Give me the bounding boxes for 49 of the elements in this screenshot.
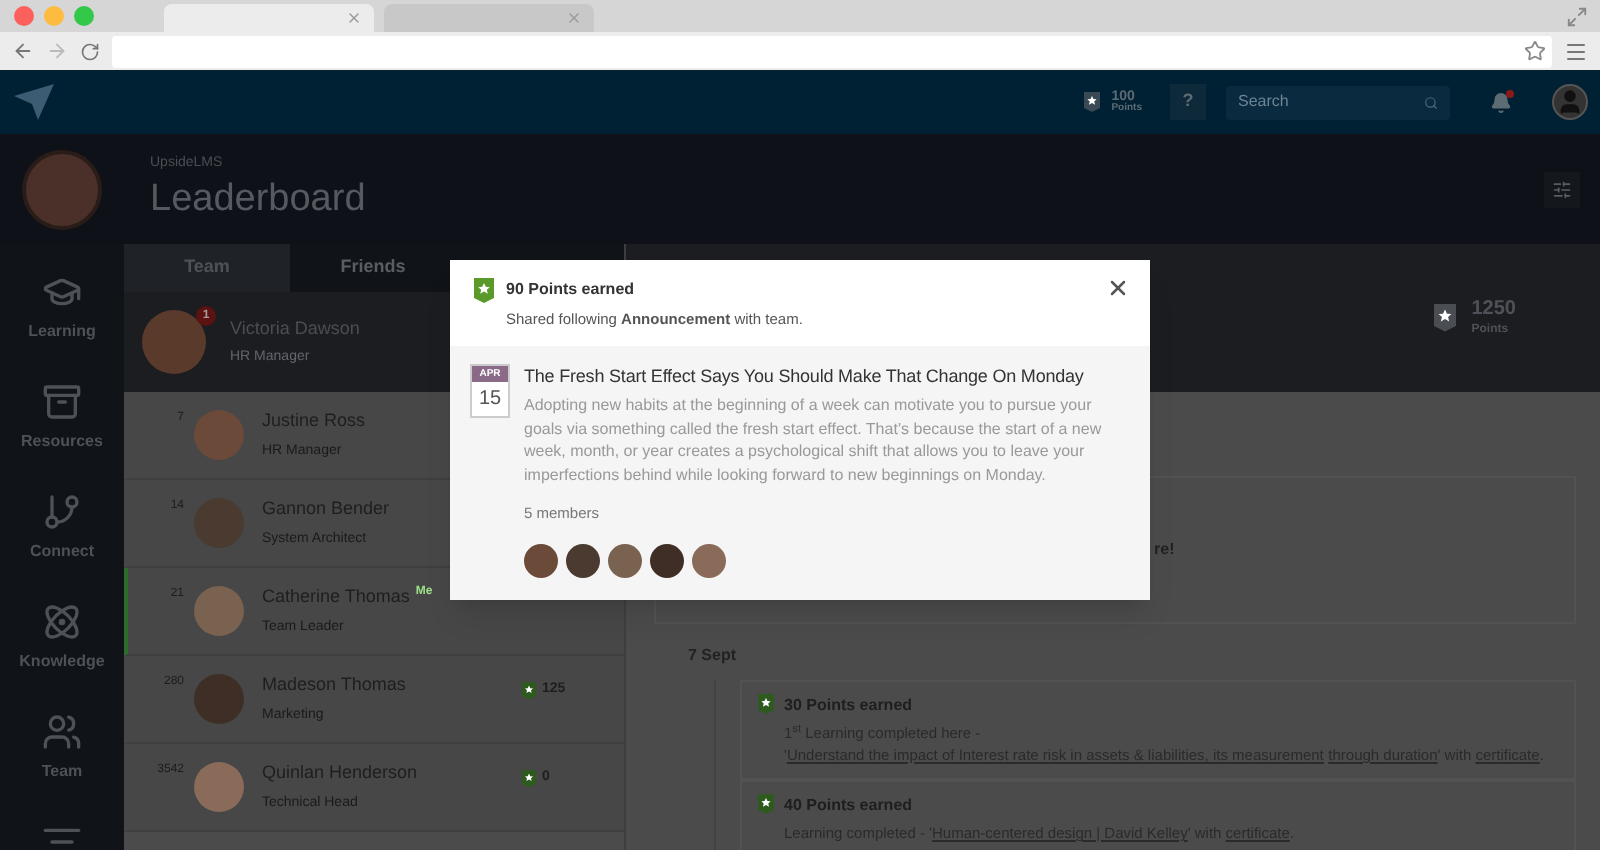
close-button[interactable] [1106,276,1130,300]
dialog-title: 90 Points earned [506,278,637,302]
sidebar-item[interactable]: Resources [21,382,103,454]
page-title: Leaderboard [150,175,368,224]
member-avatar [650,543,684,577]
search-field[interactable]: Search [1238,90,1424,114]
avatar [194,410,244,460]
close-tab-icon[interactable] [566,10,582,26]
forward-icon[interactable] [46,40,68,62]
article-title: The Fresh Start Effect Says You Should Make That Change On Monday [524,364,1086,389]
member-avatar [524,543,558,577]
expand-icon[interactable] [1566,5,1588,27]
shield-icon [522,769,536,788]
avatar [142,310,206,374]
shield-icon [758,794,774,814]
member-avatar [692,543,726,577]
menu-icon[interactable] [1564,39,1588,63]
search-icon[interactable] [1424,95,1438,109]
avatar [194,762,244,812]
shield-icon [1433,304,1456,332]
sliders-icon [1552,179,1572,199]
bell-icon[interactable] [1490,91,1512,113]
paper-plane-logo [12,82,56,122]
search-box[interactable]: Search [1226,85,1450,119]
branch-icon [42,492,82,532]
shield-icon [1083,92,1100,112]
avatar [194,674,244,724]
member-avatar [608,543,642,577]
close-tab-icon[interactable] [346,10,362,26]
sidebar-item[interactable]: Learning [28,272,96,344]
member-avatar [566,543,600,577]
bookmark-star-icon[interactable] [1524,40,1546,62]
shield-icon [758,694,774,714]
sidebar-item[interactable]: Knowledge [19,602,105,674]
back-icon[interactable] [12,40,34,62]
shield-icon [522,681,536,700]
sidebar-item[interactable]: Connect [30,492,94,564]
help-button[interactable]: ? [1170,84,1206,120]
filter-settings-button[interactable] [1544,171,1580,207]
atom-icon [41,602,82,642]
address-field[interactable] [112,35,1552,67]
users-icon [42,712,82,752]
archive-icon [41,382,82,422]
user-avatar[interactable] [1552,84,1588,120]
sidebar-item[interactable]: Team [41,712,83,784]
avatar [194,586,244,636]
profile-avatar [22,149,102,229]
reload-icon[interactable] [80,41,100,61]
shield-icon [474,278,494,303]
